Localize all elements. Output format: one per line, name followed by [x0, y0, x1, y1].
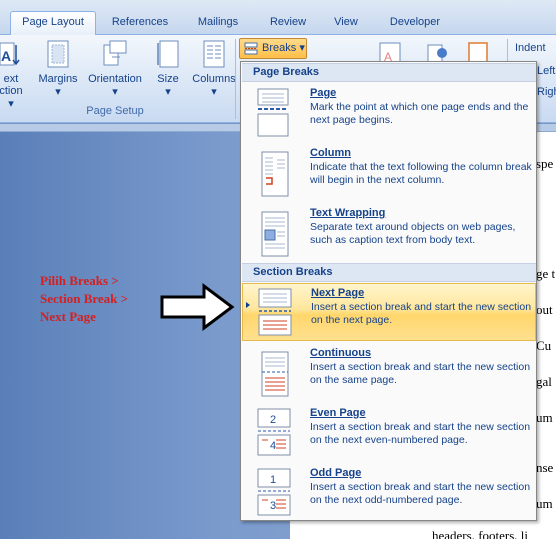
size-label: Size [157, 73, 179, 85]
columns-label: Columns [192, 73, 236, 85]
margins-label: Margins [38, 73, 78, 85]
size-button[interactable]: Size ▾ [152, 39, 184, 98]
menu-item-next-page[interactable]: Next Page Insert a section break and sta… [242, 283, 536, 341]
doc-text-fragment: nse [536, 460, 554, 475]
page-break-icon [252, 88, 296, 138]
doc-text-fragment: spe [536, 156, 554, 171]
doc-text-fragment: ge t [536, 266, 556, 281]
margins-icon [45, 39, 71, 69]
pointer-marker-icon [246, 302, 250, 308]
section-breaks-header: Section Breaks [242, 263, 536, 282]
indent-label: Indent [515, 42, 546, 54]
svg-text:A: A [1, 48, 11, 64]
indent-left-label: Left [537, 65, 556, 77]
menu-item-title: Even Page [310, 407, 366, 419]
menu-item-text-wrapping[interactable]: Text Wrapping Separate text around objec… [242, 204, 536, 262]
menu-item-continuous[interactable]: Continuous Insert a section break and st… [242, 344, 536, 402]
doc-text-fragment: um [536, 496, 553, 511]
text-direction-icon: A [0, 39, 24, 69]
menu-item-title: Page [310, 87, 337, 99]
page-setup-group-label: Page Setup [86, 105, 144, 117]
even-page-icon: 24 [252, 408, 296, 458]
menu-item-description: Insert a section break and start the new… [310, 361, 531, 386]
orientation-dropdown-icon: ▾ [112, 86, 118, 98]
svg-text:1: 1 [270, 474, 276, 486]
margins-dropdown-icon: ▾ [55, 86, 61, 98]
breaks-icon [244, 42, 258, 55]
breaks-dropdown-menu: Page Breaks Page Mark the point at which… [240, 61, 537, 521]
menu-item-title: Text Wrapping [310, 207, 386, 219]
menu-item-title: Next Page [311, 287, 365, 299]
menu-item-title: Odd Page [310, 467, 362, 479]
column-break-icon [252, 148, 296, 198]
size-icon [155, 39, 181, 69]
tab-review[interactable]: Review [260, 12, 316, 34]
orientation-button[interactable]: Orientation ▾ [84, 39, 146, 98]
annotation-line-3: Next Page [40, 309, 96, 324]
menu-item-description: Insert a section break and start the new… [310, 481, 531, 506]
doc-text-fragment: Cu [536, 338, 552, 353]
indent-right-label: Righ [537, 86, 556, 98]
menu-item-title: Continuous [310, 347, 372, 359]
svg-text:2: 2 [270, 414, 276, 426]
annotation-line-1: Pilih Breaks > [40, 273, 119, 288]
columns-icon [201, 39, 227, 69]
doc-text-fragment: out [536, 302, 553, 317]
menu-item-description: Insert a section break and start the new… [310, 421, 531, 446]
columns-button[interactable]: Columns ▾ [190, 39, 238, 98]
menu-item-even-page[interactable]: 24 Even Page Insert a section break and … [242, 404, 536, 462]
text-wrapping-icon [252, 208, 296, 258]
svg-text:3: 3 [270, 500, 276, 512]
instruction-annotation: Pilih Breaks > Section Break > Next Page [40, 272, 128, 326]
odd-page-icon: 13 [252, 468, 296, 518]
orientation-icon [102, 39, 128, 69]
breaks-label: Breaks [262, 42, 297, 54]
columns-dropdown-icon: ▾ [211, 86, 217, 98]
margins-button[interactable]: Margins ▾ [36, 39, 80, 98]
tab-mailings[interactable]: Mailings [186, 12, 250, 34]
menu-item-column[interactable]: Column Indicate that the text following … [242, 144, 536, 202]
text-direction-label-1: ext [3, 73, 19, 85]
breaks-button[interactable]: Breaks ▾ [239, 38, 307, 59]
tab-page-layout[interactable]: Page Layout [10, 11, 96, 36]
doc-text-fragment: um [536, 410, 553, 425]
continuous-icon [252, 348, 296, 398]
menu-item-description: Insert a section break and start the new… [311, 301, 532, 326]
orientation-label: Orientation [88, 73, 142, 85]
menu-item-odd-page[interactable]: 13 Odd Page Insert a section break and s… [242, 464, 536, 522]
annotation-line-2: Section Break > [40, 291, 129, 306]
svg-text:4: 4 [270, 440, 276, 452]
page-breaks-header: Page Breaks [242, 63, 536, 82]
breaks-dropdown-icon: ▾ [299, 42, 305, 54]
text-direction-button[interactable]: A ext ction ▾ [0, 39, 26, 110]
right-arrow-icon [160, 283, 235, 331]
tab-view[interactable]: View [326, 12, 366, 34]
menu-item-description: Separate text around objects on web page… [310, 221, 516, 246]
tab-references[interactable]: References [104, 12, 176, 34]
doc-text-fragment: gal [536, 374, 552, 389]
menu-item-description: Indicate that the text following the col… [310, 161, 532, 186]
menu-item-title: Column [310, 147, 351, 159]
menu-item-page[interactable]: Page Mark the point at which one page en… [242, 84, 536, 142]
ribbon-tab-strip: Page Layout References Mailings Review V… [0, 0, 556, 36]
menu-item-description: Mark the point at which one page ends an… [310, 101, 529, 126]
size-dropdown-icon: ▾ [165, 86, 171, 98]
tab-developer[interactable]: Developer [380, 12, 450, 34]
group-separator [235, 39, 236, 119]
doc-text-fragment: headers, footers, li [432, 528, 529, 539]
next-page-icon [253, 288, 297, 338]
